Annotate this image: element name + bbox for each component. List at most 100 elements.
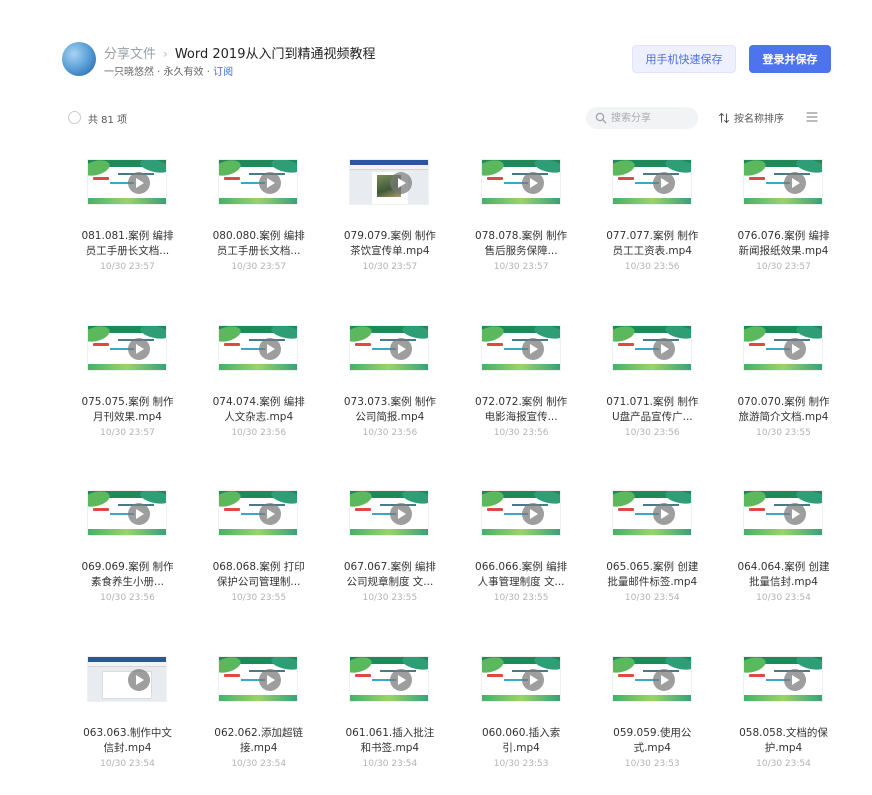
video-thumbnail[interactable]	[480, 324, 561, 371]
file-card[interactable]: 063.063.制作中文 信封.mp4 10/30 23:54	[62, 655, 193, 785]
video-thumbnail[interactable]	[480, 159, 561, 205]
owner-name[interactable]: 一只晓悠然	[104, 67, 154, 78]
file-name[interactable]: 070.070.案例 制作 旅游简介文档.mp4	[718, 395, 849, 425]
play-icon[interactable]	[128, 668, 150, 691]
play-icon[interactable]	[259, 172, 282, 194]
video-thumbnail[interactable]	[480, 490, 561, 536]
file-card[interactable]: 069.069.案例 制作 素食养生小册... 10/30 23:56	[62, 489, 193, 619]
file-name[interactable]: 058.058.文档的保 护.mp4	[718, 726, 849, 756]
play-icon[interactable]	[128, 503, 150, 525]
play-icon[interactable]	[521, 503, 544, 525]
file-name[interactable]: 081.081.案例 编排 员工手册长文档...	[62, 229, 193, 259]
file-name[interactable]: 061.061.插入批注 和书签.mp4	[324, 726, 455, 756]
file-card[interactable]: 070.070.案例 制作 旅游简介文档.mp4 10/30 23:55	[718, 324, 849, 454]
video-thumbnail[interactable]	[87, 490, 167, 536]
video-thumbnail[interactable]	[218, 324, 299, 371]
play-icon[interactable]	[652, 503, 675, 525]
file-card[interactable]: 065.065.案例 创建 批量邮件标签.mp4 10/30 23:54	[587, 489, 718, 619]
file-name[interactable]: 064.064.案例 创建 批量信封.mp4	[718, 560, 849, 590]
play-icon[interactable]	[784, 337, 806, 360]
avatar[interactable]	[62, 42, 96, 76]
file-name[interactable]: 078.078.案例 制作 售后服务保障...	[456, 229, 587, 259]
play-icon[interactable]	[652, 172, 675, 194]
file-name[interactable]: 080.080.案例 编排 员工手册长文档...	[193, 229, 324, 259]
video-thumbnail[interactable]	[480, 655, 561, 702]
file-card[interactable]: 079.079.案例 制作 茶饮宣传单.mp4 10/30 23:57	[324, 158, 455, 288]
video-thumbnail[interactable]	[87, 655, 167, 702]
file-card[interactable]: 078.078.案例 制作 售后服务保障... 10/30 23:57	[456, 158, 587, 288]
play-icon[interactable]	[390, 503, 413, 525]
file-card[interactable]: 062.062.添加超链 接.mp4 10/30 23:54	[193, 655, 324, 785]
sort-button[interactable]: 按名称排序	[718, 110, 784, 125]
video-thumbnail[interactable]	[611, 490, 692, 536]
file-card[interactable]: 073.073.案例 制作 公司简报.mp4 10/30 23:56	[324, 324, 455, 454]
play-icon[interactable]	[784, 668, 806, 691]
search-input[interactable]	[611, 110, 691, 126]
file-name[interactable]: 065.065.案例 创建 批量邮件标签.mp4	[587, 560, 718, 590]
file-card[interactable]: 060.060.插入索 引.mp4 10/30 23:53	[456, 655, 587, 785]
file-name[interactable]: 075.075.案例 制作 月刊效果.mp4	[62, 395, 193, 425]
file-card[interactable]: 081.081.案例 编排 员工手册长文档... 10/30 23:57	[62, 158, 193, 288]
play-icon[interactable]	[521, 668, 544, 691]
file-card[interactable]: 077.077.案例 制作 员工工资表.mp4 10/30 23:56	[587, 158, 718, 288]
file-card[interactable]: 068.068.案例 打印 保护公司管理制... 10/30 23:55	[193, 489, 324, 619]
save-via-phone-button[interactable]: 用手机快速保存	[632, 45, 736, 73]
play-icon[interactable]	[390, 337, 413, 360]
file-name[interactable]: 063.063.制作中文 信封.mp4	[62, 726, 193, 756]
file-card[interactable]: 075.075.案例 制作 月刊效果.mp4 10/30 23:57	[62, 324, 193, 454]
file-name[interactable]: 076.076.案例 编排 新闻报纸效果.mp4	[718, 229, 849, 259]
video-thumbnail[interactable]	[218, 159, 299, 205]
video-thumbnail[interactable]	[743, 490, 823, 536]
file-name[interactable]: 062.062.添加超链 接.mp4	[193, 726, 324, 756]
video-thumbnail[interactable]	[87, 324, 167, 371]
video-thumbnail[interactable]	[743, 324, 823, 371]
play-icon[interactable]	[521, 337, 544, 360]
video-thumbnail[interactable]	[611, 159, 692, 205]
file-card[interactable]: 076.076.案例 编排 新闻报纸效果.mp4 10/30 23:57	[718, 158, 849, 288]
file-card[interactable]: 080.080.案例 编排 员工手册长文档... 10/30 23:57	[193, 158, 324, 288]
play-icon[interactable]	[390, 668, 413, 691]
play-icon[interactable]	[784, 172, 806, 194]
file-card[interactable]: 067.067.案例 编排 公司规章制度 文... 10/30 23:55	[324, 489, 455, 619]
file-name[interactable]: 079.079.案例 制作 茶饮宣传单.mp4	[324, 229, 455, 259]
login-and-save-button[interactable]: 登录并保存	[749, 45, 831, 73]
file-name[interactable]: 072.072.案例 制作 电影海报宣传...	[456, 395, 587, 425]
file-name[interactable]: 066.066.案例 编排 人事管理制度 文...	[456, 560, 587, 590]
file-name[interactable]: 059.059.使用公 式.mp4	[587, 726, 718, 756]
file-card[interactable]: 074.074.案例 编排 人文杂志.mp4 10/30 23:56	[193, 324, 324, 454]
file-name[interactable]: 069.069.案例 制作 素食养生小册...	[62, 560, 193, 590]
search-box[interactable]	[586, 107, 698, 129]
video-thumbnail[interactable]	[87, 159, 167, 205]
file-name[interactable]: 068.068.案例 打印 保护公司管理制...	[193, 560, 324, 590]
video-thumbnail[interactable]	[349, 159, 430, 205]
file-card[interactable]: 072.072.案例 制作 电影海报宣传... 10/30 23:56	[456, 324, 587, 454]
file-name[interactable]: 067.067.案例 编排 公司规章制度 文...	[324, 560, 455, 590]
file-name[interactable]: 071.071.案例 制作 U盘产品宣传广...	[587, 395, 718, 425]
video-thumbnail[interactable]	[349, 490, 430, 536]
list-menu-icon[interactable]	[806, 112, 818, 122]
file-card[interactable]: 071.071.案例 制作 U盘产品宣传广... 10/30 23:56	[587, 324, 718, 454]
video-thumbnail[interactable]	[611, 324, 692, 371]
file-card[interactable]: 058.058.文档的保 护.mp4 10/30 23:54	[718, 655, 849, 785]
video-thumbnail[interactable]	[349, 655, 430, 702]
play-icon[interactable]	[390, 172, 413, 194]
play-icon[interactable]	[652, 337, 675, 360]
file-name[interactable]: 077.077.案例 制作 员工工资表.mp4	[587, 229, 718, 259]
video-thumbnail[interactable]	[743, 655, 823, 702]
video-thumbnail[interactable]	[743, 159, 823, 205]
play-icon[interactable]	[652, 668, 675, 691]
video-thumbnail[interactable]	[349, 324, 430, 371]
play-icon[interactable]	[784, 503, 806, 525]
play-icon[interactable]	[259, 668, 282, 691]
file-card[interactable]: 066.066.案例 编排 人事管理制度 文... 10/30 23:55	[456, 489, 587, 619]
file-name[interactable]: 074.074.案例 编排 人文杂志.mp4	[193, 395, 324, 425]
breadcrumb-root-link[interactable]: 分享文件	[104, 47, 156, 62]
play-icon[interactable]	[259, 337, 282, 360]
file-card[interactable]: 064.064.案例 创建 批量信封.mp4 10/30 23:54	[718, 489, 849, 619]
subscribe-link[interactable]: 订阅	[213, 67, 233, 78]
select-all-checkbox[interactable]	[68, 111, 81, 124]
video-thumbnail[interactable]	[611, 655, 692, 702]
file-card[interactable]: 061.061.插入批注 和书签.mp4 10/30 23:54	[324, 655, 455, 785]
play-icon[interactable]	[128, 172, 150, 194]
video-thumbnail[interactable]	[218, 490, 299, 536]
